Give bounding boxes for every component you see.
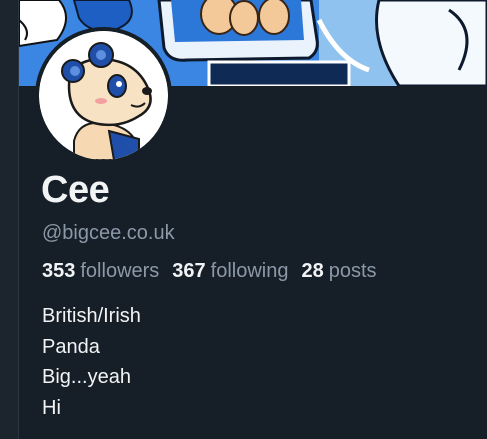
following-label: following xyxy=(210,260,289,282)
bio-line: Panda xyxy=(42,335,100,358)
profile-avatar[interactable] xyxy=(35,27,172,164)
followers-link[interactable]: 353 followers xyxy=(42,257,159,285)
profile-handle: @bigcee.co.uk xyxy=(42,222,175,244)
following-count: 367 xyxy=(172,260,206,282)
bio-line: Big...yeah xyxy=(42,366,131,388)
display-name: Cee xyxy=(41,169,110,211)
bio-line: British/Irish xyxy=(42,305,141,327)
posts-stat: 28 posts xyxy=(302,257,377,285)
profile-bio: British/Irish Panda Big...yeah Hi xyxy=(42,301,141,423)
followers-count: 353 xyxy=(42,260,76,282)
window-left-edge xyxy=(0,0,19,439)
following-link[interactable]: 367 following xyxy=(172,257,288,285)
panda-avatar-icon xyxy=(39,31,168,160)
bio-line: Hi xyxy=(42,396,61,419)
posts-count: 28 xyxy=(301,260,324,282)
posts-label: posts xyxy=(328,260,377,282)
followers-label: followers xyxy=(80,260,160,282)
profile-stats: 353 followers 367 following 28 posts xyxy=(42,257,377,285)
